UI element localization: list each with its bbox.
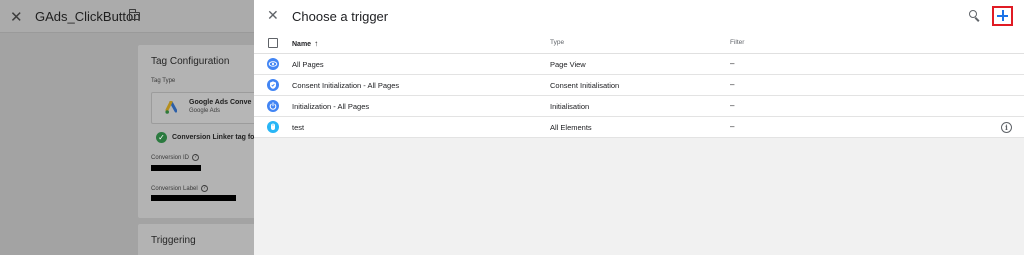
table-row[interactable]: test All Elements – i xyxy=(254,117,1024,138)
check-circle-icon: ✓ xyxy=(156,132,167,143)
trigger-filter: – xyxy=(730,80,735,89)
select-all-checkbox[interactable] xyxy=(268,38,278,48)
trigger-type: All Elements xyxy=(550,123,592,132)
consent-icon xyxy=(267,79,279,91)
trigger-table: Name ↑ Type Filter All Pages Page View – … xyxy=(254,33,1024,138)
trigger-name: All Pages xyxy=(292,60,324,69)
table-header: Name ↑ Type Filter xyxy=(254,33,1024,54)
trigger-name: test xyxy=(292,123,305,132)
power-icon xyxy=(267,100,279,112)
panel-header: ✕ Choose a trigger xyxy=(254,0,1024,33)
trigger-name: Consent Initialization - All Pages xyxy=(292,81,400,90)
trigger-type: Consent Initialisation xyxy=(550,81,620,90)
conversion-label-label: Conversion Label? xyxy=(151,185,208,192)
plus-icon-vertical xyxy=(1002,10,1004,21)
column-header-filter: Filter xyxy=(730,39,745,46)
column-header-type: Type xyxy=(550,39,565,46)
redacted-value xyxy=(151,165,201,171)
redacted-value xyxy=(151,195,236,201)
tag-type-box: Google Ads Conve Google Ads xyxy=(151,92,271,124)
search-icon[interactable] xyxy=(967,8,983,24)
trigger-type: Initialisation xyxy=(550,102,590,111)
table-row[interactable]: All Pages Page View – xyxy=(254,54,1024,75)
triggering-card: Triggering xyxy=(138,224,268,255)
info-icon[interactable]: i xyxy=(1001,122,1012,133)
tag-type-name: Google Ads Conve xyxy=(189,99,252,106)
table-row[interactable]: Initialization - All Pages Initialisatio… xyxy=(254,96,1024,117)
panel-title: Choose a trigger xyxy=(292,9,389,24)
help-icon: ? xyxy=(192,154,200,161)
tag-configuration-title: Tag Configuration xyxy=(151,56,230,67)
conversion-id-label-text: Conversion ID xyxy=(151,155,190,162)
eye-icon xyxy=(267,58,279,70)
tag-name-title: GAds_ClickButton xyxy=(35,9,141,24)
folder-icon xyxy=(128,9,140,20)
choose-trigger-panel: ✕ Choose a trigger Name ↑ Type Filter All… xyxy=(254,0,1024,255)
trigger-type: Page View xyxy=(550,60,586,69)
triggering-title: Triggering xyxy=(151,235,196,246)
search-handle xyxy=(974,17,980,22)
conversion-label-label-text: Conversion Label xyxy=(151,186,198,193)
trigger-filter: – xyxy=(730,122,735,131)
sort-arrow-up-icon: ↑ xyxy=(314,39,319,48)
google-ads-logo-icon xyxy=(165,101,177,114)
trigger-filter: – xyxy=(730,101,735,110)
click-icon xyxy=(267,121,279,133)
trigger-name: Initialization - All Pages xyxy=(292,102,370,111)
table-row[interactable]: Consent Initialization - All Pages Conse… xyxy=(254,75,1024,96)
column-header-name[interactable]: Name ↑ xyxy=(292,39,318,48)
tag-configuration-card: Tag Configuration Tag Type Google Ads Co… xyxy=(138,45,271,218)
tag-type-label: Tag Type xyxy=(151,78,176,84)
add-trigger-button[interactable] xyxy=(992,6,1013,26)
conversion-linker-text: Conversion Linker tag fo xyxy=(172,134,255,141)
tag-type-vendor: Google Ads xyxy=(189,108,221,114)
trigger-filter: – xyxy=(730,59,735,68)
conversion-id-label: Conversion ID? xyxy=(151,154,200,162)
column-header-name-label: Name xyxy=(292,41,312,48)
help-icon: ? xyxy=(200,185,208,192)
close-icon[interactable]: ✕ xyxy=(267,7,279,24)
tag-editor-header: ✕ GAds_ClickButton xyxy=(0,0,260,33)
close-icon: ✕ xyxy=(10,9,23,26)
